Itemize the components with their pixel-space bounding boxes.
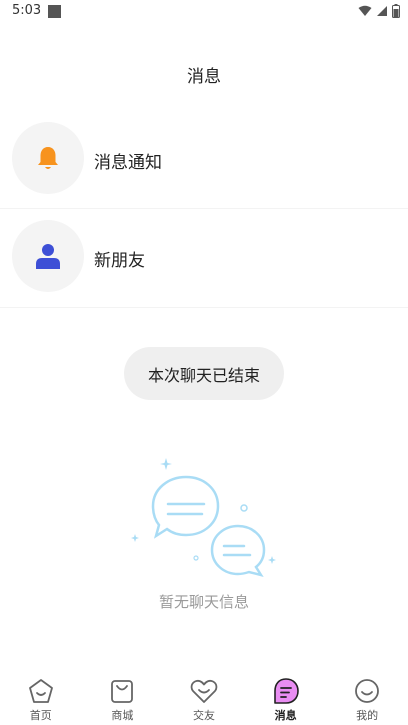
signal-icon (377, 6, 387, 16)
chat-ended-toast: 本次聊天已结束 (124, 347, 284, 400)
nav-label: 商城 (111, 709, 134, 722)
nav-label: 消息 (274, 709, 297, 722)
empty-state-text: 暂无聊天信息 (158, 593, 249, 611)
nav-item-me[interactable]: 我的 (326, 665, 408, 725)
bell-icon (38, 147, 58, 169)
nav-label: 交友 (192, 709, 215, 722)
new-friends-avatar (12, 220, 84, 292)
person-icon (36, 244, 60, 269)
nav-label: 首页 (29, 709, 52, 722)
status-icons (358, 4, 400, 18)
bottom-nav: 首页 商城 交友 消息 我的 (0, 665, 408, 725)
empty-state-illustration (128, 456, 280, 584)
status-bar: 5:03 (0, 0, 408, 24)
list-item-new-friends[interactable]: 新朋友 (0, 208, 408, 306)
heart-icon (190, 677, 218, 705)
home-pentagon-icon (27, 677, 55, 705)
chat-bubbles-icon (131, 458, 276, 577)
list-item-notifications[interactable]: 消息通知 (0, 110, 408, 208)
divider (0, 307, 408, 308)
nav-label: 我的 (356, 709, 379, 722)
nav-item-messages[interactable]: 消息 (245, 665, 327, 725)
page-title: 消息 (187, 67, 221, 87)
nav-item-home[interactable]: 首页 (0, 665, 82, 725)
message-bubble-icon (272, 677, 300, 705)
notification-square-icon (48, 5, 61, 18)
list-item-label: 消息通知 (94, 153, 162, 173)
status-time: 5:03 (12, 3, 42, 18)
notification-avatar (12, 122, 84, 194)
nav-item-friends[interactable]: 交友 (163, 665, 245, 725)
smile-face-icon (353, 677, 381, 705)
wifi-icon (358, 5, 372, 16)
nav-item-mall[interactable]: 商城 (82, 665, 164, 725)
battery-icon (392, 4, 400, 18)
shopping-bag-icon (108, 677, 136, 705)
list-item-label: 新朋友 (94, 251, 145, 271)
